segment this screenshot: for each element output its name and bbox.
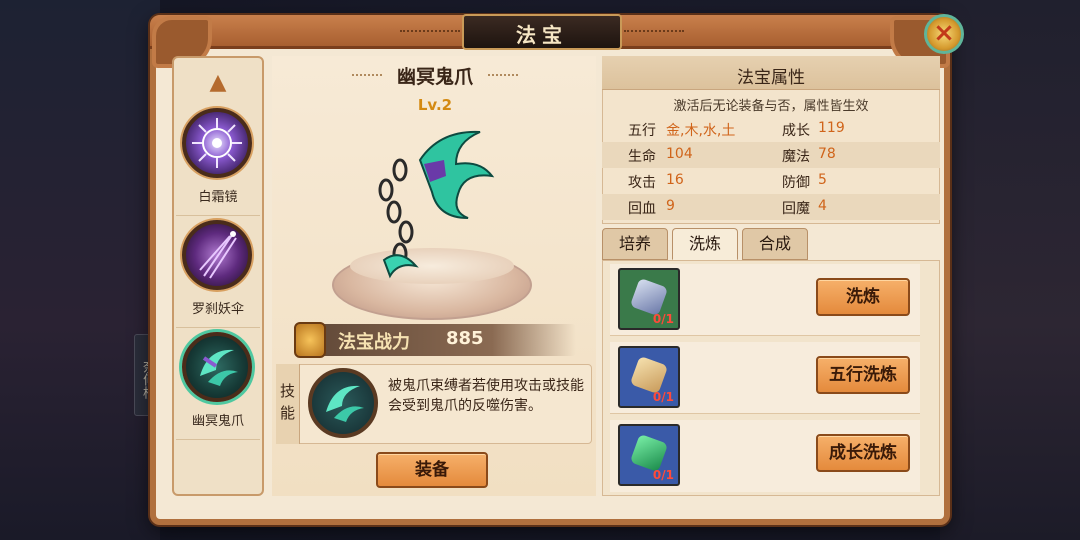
attr-value: 金,木,水,土 xyxy=(666,123,736,139)
attr-value: 119 xyxy=(818,120,845,136)
attr-value: 78 xyxy=(818,146,836,162)
refine-row: 0/1 五行洗炼 xyxy=(610,342,920,414)
treasure-item-nether-ghost-claw[interactable]: 幽冥鬼爪 xyxy=(176,332,260,440)
title-deco-left xyxy=(400,30,460,34)
five-elements-refine-button[interactable]: 五行洗炼 xyxy=(816,356,910,394)
umbrella-icon xyxy=(182,220,252,290)
crystal-gem xyxy=(629,277,669,317)
treasure-item-label: 罗刹妖伞 xyxy=(191,302,244,317)
skill-claw-icon[interactable] xyxy=(308,368,378,438)
attribute-title: 法宝属性 xyxy=(737,68,805,88)
refine-row: 0/1 成长洗炼 xyxy=(610,420,920,492)
attr-value: 4 xyxy=(818,198,827,214)
stone-count: 0/1 xyxy=(652,468,674,482)
attr-key: 魔法 xyxy=(782,149,810,165)
five-elements-stone-icon[interactable]: 0/1 xyxy=(618,346,680,408)
tab-synthesize[interactable]: 合成 xyxy=(742,228,808,260)
green-gem xyxy=(629,433,669,473)
green-gem-stone-icon[interactable]: 0/1 xyxy=(618,424,680,486)
background-scene-left xyxy=(0,0,160,540)
skill-tag: 技能 xyxy=(276,364,300,444)
title-deco-right xyxy=(624,30,684,34)
treasure-item-label: 幽冥鬼爪 xyxy=(191,414,244,429)
sword-shield-icon xyxy=(294,322,326,358)
treasure-item-rakshasa-umbrella[interactable]: 罗刹妖伞 xyxy=(176,220,260,328)
treasure-item-white-frost-mirror[interactable]: 白霜镜 xyxy=(176,108,260,216)
yellow-gem xyxy=(629,355,669,395)
attr-key: 回血 xyxy=(628,201,656,217)
background-scene-right xyxy=(940,0,1080,540)
attribute-note: 激活后无论装备与否，属性皆生效 xyxy=(673,99,869,114)
window-title: 法宝 xyxy=(516,23,568,47)
close-button[interactable]: × xyxy=(924,14,964,54)
refine-button[interactable]: 洗炼 xyxy=(816,278,910,316)
power-value: 885 xyxy=(446,328,484,349)
attr-value: 16 xyxy=(666,172,684,188)
treasure-level: Lv.2 xyxy=(417,96,453,114)
attr-key: 攻击 xyxy=(628,175,656,191)
attr-value: 5 xyxy=(818,172,827,188)
mirror-icon xyxy=(182,108,252,178)
treasure-name: 幽冥鬼爪 xyxy=(396,66,473,88)
growth-refine-button[interactable]: 成长洗炼 xyxy=(816,434,910,472)
ghost-claw-icon xyxy=(182,332,252,402)
attr-value: 104 xyxy=(666,146,693,162)
attribute-row: 回血 9 回魔 4 xyxy=(602,194,940,220)
stone-count: 0/1 xyxy=(652,390,674,404)
stone-count: 0/1 xyxy=(652,312,674,326)
attr-key: 回魔 xyxy=(782,201,810,217)
tab-refine[interactable]: 洗炼 xyxy=(672,228,738,260)
attr-value: 9 xyxy=(666,198,675,214)
attr-key: 防御 xyxy=(782,175,810,191)
blue-crystal-stone-icon[interactable]: 0/1 xyxy=(618,268,680,330)
tab-cultivate[interactable]: 培养 xyxy=(602,228,668,260)
attr-key: 生命 xyxy=(628,149,656,165)
skill-description: 被鬼爪束缚者若使用攻击或技能会受到鬼爪的反噬伤害。 xyxy=(388,378,584,414)
attr-key: 五行 xyxy=(628,123,656,139)
attribute-row: 攻击 16 防御 5 xyxy=(602,168,940,194)
refine-row: 0/1 洗炼 xyxy=(610,264,920,336)
power-label: 法宝战力 xyxy=(338,332,410,353)
scroll-up-icon[interactable]: ▲ xyxy=(201,70,235,96)
treasure-item-label: 白霜镜 xyxy=(198,190,238,205)
ghost-claw-weapon-icon xyxy=(360,120,510,280)
equip-button[interactable]: 装备 xyxy=(376,452,488,488)
attribute-row: 生命 104 魔法 78 xyxy=(602,142,940,168)
attribute-row: 五行 金,木,水,土 成长 119 xyxy=(602,116,940,142)
attr-key: 成长 xyxy=(782,123,810,139)
